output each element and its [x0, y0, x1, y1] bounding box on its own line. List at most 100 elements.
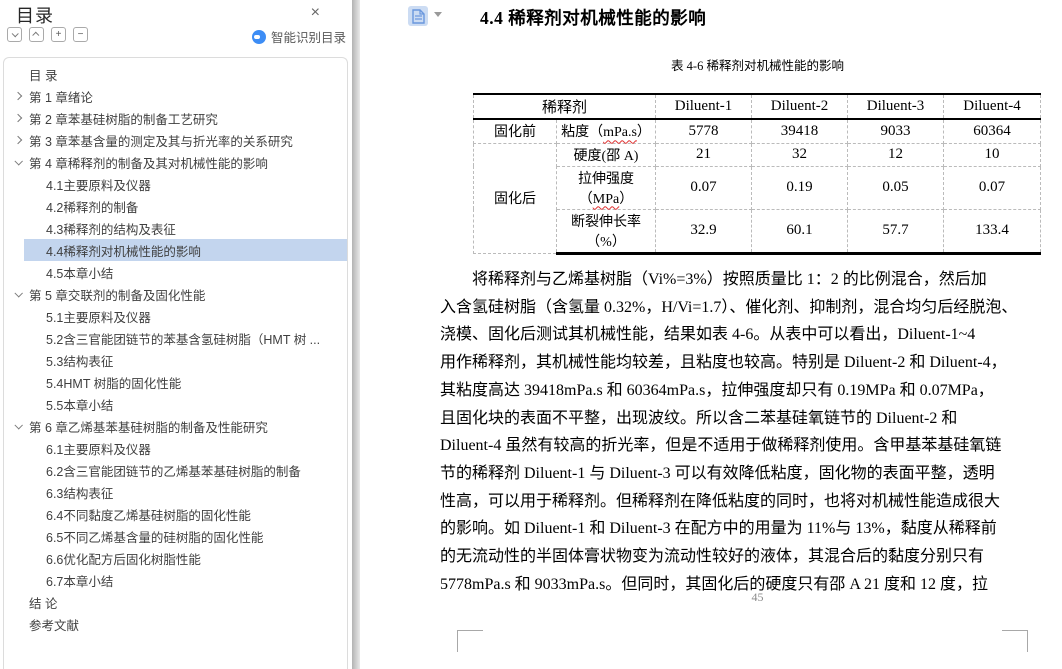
document-outline-icon — [408, 6, 428, 26]
value-cell: 57.7 — [847, 208, 945, 255]
value-cell: 10 — [943, 142, 1042, 167]
toc-item[interactable]: 第 1 章绪论 — [4, 85, 347, 107]
close-icon[interactable]: × — [311, 4, 320, 22]
toc-item-label: 5.4HMT 树脂的固化性能 — [46, 376, 182, 391]
toc-item[interactable]: 6.1主要原料及仪器 — [4, 437, 347, 459]
toc-item[interactable]: 5.2含三官能团链节的苯基含氢硅树脂（HMT 树 ... — [4, 327, 347, 349]
chevron-down-icon — [11, 30, 19, 38]
toc-item[interactable]: 5.3结构表征 — [4, 349, 347, 371]
toc-item-label: 结 论 — [29, 596, 58, 611]
toc-item[interactable]: 4.1主要原料及仪器 — [4, 173, 347, 195]
toc-item[interactable]: 结 论 — [4, 591, 347, 613]
stage-cell: 固化前 — [473, 118, 557, 144]
toc-item[interactable]: 6.6优化配方后固化树脂性能 — [4, 547, 347, 569]
app-window: 目录 × + − 智能识别目录 目 录第 1 章绪论第 2 章苯基硅树脂的制备工… — [0, 0, 1062, 669]
chevron-down-icon — [434, 12, 442, 17]
value-cell: 0.05 — [847, 165, 945, 210]
toc-item[interactable]: 6.4不同黏度乙烯基硅树脂的固化性能 — [4, 503, 347, 525]
page-margin-mark-left — [457, 630, 483, 652]
value-cell: 12 — [847, 142, 945, 167]
toc-item[interactable]: 4.4稀释剂对机械性能的影响 — [24, 239, 347, 261]
paragraph-tool-button[interactable] — [408, 6, 442, 26]
paragraph-line: 性高，可以用于稀释剂。但稀释剂在降低粘度的同时，也将对机械性能造成很大 — [440, 492, 1001, 510]
value-cell: 21 — [655, 142, 753, 167]
toc-item[interactable]: 4.2稀释剂的制备 — [4, 195, 347, 217]
toc-item-label: 第 6 章乙烯基苯基硅树脂的制备及性能研究 — [29, 420, 268, 435]
toc-sidebar: 目录 × + − 智能识别目录 目 录第 1 章绪论第 2 章苯基硅树脂的制备工… — [0, 0, 352, 669]
paragraph-line: 用作稀释剂，其机械性能均较差，且粘度也较高。特别是 Diluent-2 和 Di… — [440, 354, 1007, 372]
paragraph-line: 且固化块的表面不平整，出现波纹。所以含二苯基硅氧链节的 Diluent-2 和 — [440, 409, 958, 427]
toc-item[interactable]: 第 5 章交联剂的制备及固化性能 — [4, 283, 347, 305]
value-cell: 0.07 — [655, 165, 753, 210]
property-cell: 拉伸强度 （MPa） — [555, 165, 657, 210]
toc-item-label: 6.4不同黏度乙烯基硅树脂的固化性能 — [46, 508, 251, 523]
toc-item-label: 5.3结构表征 — [46, 354, 114, 369]
value-cell: 39418 — [751, 118, 849, 144]
toc-item-label: 6.5不同乙烯基含量的硅树脂的固化性能 — [46, 530, 264, 545]
property-cell: 硬度(邵 A) — [555, 142, 657, 167]
sidebar-title: 目录 — [16, 6, 54, 26]
toc-item[interactable]: 6.5不同乙烯基含量的硅树脂的固化性能 — [4, 525, 347, 547]
toc-item[interactable]: 4.3稀释剂的结构及表征 — [4, 217, 347, 239]
paragraph-line: 浇模、固化后测试其机械性能，结果如表 4-6。从表中可以看出，Diluent-1… — [440, 326, 976, 344]
toc-item[interactable]: 第 4 章稀释剂的制备及其对机械性能的影响 — [4, 151, 347, 173]
toc-item[interactable]: 6.7本章小结 — [4, 569, 347, 591]
toc-item-label: 参考文献 — [29, 618, 80, 633]
toc-item[interactable]: 目 录 — [4, 63, 347, 85]
toc-item-label: 6.7本章小结 — [46, 574, 114, 589]
col-header: Diluent-1 — [655, 93, 753, 120]
toc-item[interactable]: 参考文献 — [4, 613, 347, 635]
value-cell: 0.19 — [751, 165, 849, 210]
value-cell: 32.9 — [655, 208, 753, 255]
toc-item-label: 第 4 章稀释剂的制备及其对机械性能的影响 — [29, 156, 268, 171]
toc-item-label: 目 录 — [29, 68, 58, 83]
table-row: 断裂伸长率 （%） 32.9 60.1 57.7 133.4 — [474, 208, 1042, 255]
collapse-all-button[interactable]: − — [73, 27, 88, 42]
plus-icon: + — [55, 28, 62, 40]
toc-item[interactable]: 第 3 章苯基含量的测定及其与折光率的关系研究 — [4, 129, 347, 151]
toc-item-label: 6.6优化配方后固化树脂性能 — [46, 552, 201, 567]
toc-item-label: 4.3稀释剂的结构及表征 — [46, 222, 176, 237]
toc-item[interactable]: 6.3结构表征 — [4, 481, 347, 503]
toc-item[interactable]: 4.5本章小结 — [4, 261, 347, 283]
toc-item-label: 5.2含三官能团链节的苯基含氢硅树脂（HMT 树 ... — [46, 332, 321, 347]
expand-all-button[interactable]: + — [51, 27, 66, 42]
toc-item-label: 6.3结构表征 — [46, 486, 114, 501]
toc-item[interactable]: 6.2含三官能团链节的乙烯基苯基硅树脂的制备 — [4, 459, 347, 481]
toc-item[interactable]: 第 6 章乙烯基苯基硅树脂的制备及性能研究 — [4, 415, 347, 437]
collapse-level-button[interactable] — [7, 27, 22, 42]
page-number: 45 — [751, 590, 764, 604]
page-margin-mark-right — [1002, 630, 1028, 652]
stage-cell: 固化后 — [473, 142, 557, 254]
section-heading: 4.4 稀释剂对机械性能的影响 — [480, 8, 707, 28]
property-cell: 断裂伸长率 （%） — [555, 208, 657, 255]
toc-toolbar: + − — [7, 27, 88, 42]
expand-level-button[interactable] — [29, 27, 44, 42]
value-cell: 60.1 — [751, 208, 849, 255]
toc-item[interactable]: 5.5本章小结 — [4, 393, 347, 415]
smart-toc-button[interactable]: 智能识别目录 — [251, 27, 346, 46]
toc-item[interactable]: 5.1主要原料及仪器 — [4, 305, 347, 327]
paragraph-line: 入含氢硅树脂（含氢量 0.32%，H/Vi=1.7）、催化剂、抑制剂，混合均匀后… — [440, 298, 1018, 316]
toc-item[interactable]: 第 2 章苯基硅树脂的制备工艺研究 — [4, 107, 347, 129]
smart-toc-label: 智能识别目录 — [270, 31, 346, 45]
paragraph-line: Diluent-4 虽然有较高的折光率，但是不适用于做稀释剂使用。含甲基苯基硅氧… — [440, 437, 1002, 455]
toc-list: 目 录第 1 章绪论第 2 章苯基硅树脂的制备工艺研究第 3 章苯基含量的测定及… — [3, 57, 348, 669]
property-cell: 粘度（mPa.s） — [555, 118, 657, 144]
toc-item-label: 第 5 章交联剂的制备及固化性能 — [29, 288, 206, 303]
toc-item-label: 第 3 章苯基含量的测定及其与折光率的关系研究 — [29, 134, 293, 149]
toc-item-label: 6.1主要原料及仪器 — [46, 442, 151, 457]
sidebar-edge-shadow — [352, 0, 360, 669]
value-cell: 9033 — [847, 118, 945, 144]
table-row: 固化前 粘度（mPa.s） 5778 39418 9033 60364 — [473, 118, 1042, 144]
ai-icon — [251, 29, 266, 44]
value-cell: 0.07 — [943, 165, 1042, 210]
toc-item-label: 4.5本章小结 — [46, 266, 114, 281]
body-paragraph: 将稀释剂与乙烯基树脂（Vi%=3%）按照质量比 1：2 的比例混合，然后加 入含氢… — [440, 266, 1062, 598]
table-row: 固化后 硬度(邵 A) 21 32 12 10 — [473, 142, 1042, 254]
minus-icon: − — [77, 28, 84, 40]
toc-item[interactable]: 5.4HMT 树脂的固化性能 — [4, 371, 347, 393]
value-cell: 60364 — [943, 118, 1042, 144]
paragraph-line: 节的稀释剂 Diluent-1 与 Diluent-3 可以有效降低粘度，固化物… — [440, 464, 995, 482]
table-row: 拉伸强度 （MPa） 0.07 0.19 0.05 0.07 — [474, 165, 1042, 210]
